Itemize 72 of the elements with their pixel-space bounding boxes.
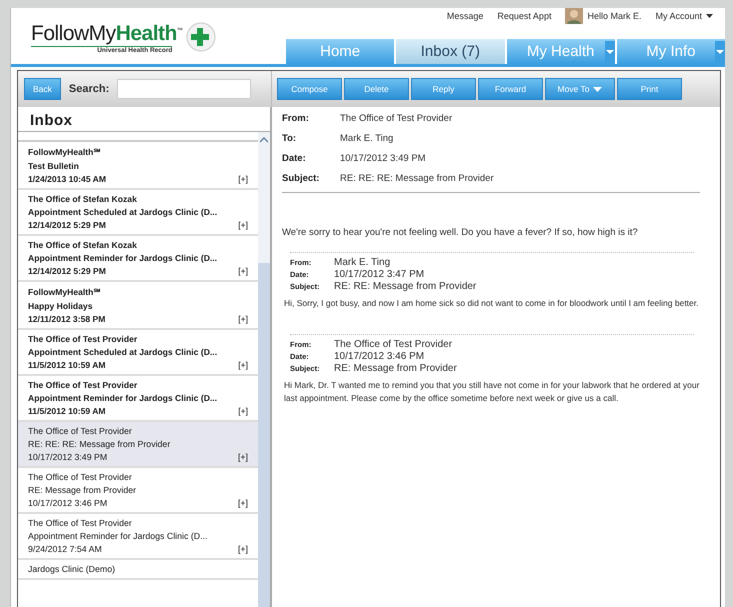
message-subject: Test Bulletin bbox=[28, 161, 80, 171]
expand-toggle[interactable]: [+] bbox=[238, 266, 248, 276]
user-greeting: Hello Mark E. bbox=[587, 11, 642, 21]
message-sender: FollowMyHealth℠ bbox=[28, 146, 102, 158]
message-list-item[interactable]: Jardogs Clinic (Demo) bbox=[18, 560, 258, 580]
expand-toggle[interactable]: [+] bbox=[238, 406, 248, 416]
quoted-field-value: 10/17/2012 3:46 PM bbox=[334, 351, 426, 362]
expand-toggle[interactable]: [+] bbox=[238, 544, 248, 554]
message-subject: Appointment Scheduled at Jardogs Clinic (D... bbox=[28, 207, 218, 217]
search-label: Search: bbox=[68, 83, 110, 95]
logo-wordmark: FollowMyHealth$^{™}$ bbox=[31, 22, 182, 46]
header-link[interactable]: Message bbox=[446, 11, 484, 21]
message-sender: FollowMyHealth℠ bbox=[28, 286, 102, 298]
field-label: Date: bbox=[282, 153, 307, 164]
message-date: 10/17/2012 3:46 PM bbox=[28, 498, 108, 508]
message-body: We're sorry to hear you're not feeling well. Do you have a fever? If so, how high is it? bbox=[282, 227, 639, 238]
message-date: 11/5/2012 10:59 AM bbox=[28, 406, 106, 416]
message-subject: Happy Holidays bbox=[28, 301, 94, 311]
message-sender: Jardogs Clinic (Demo) bbox=[28, 564, 116, 574]
expand-toggle[interactable]: [+] bbox=[238, 360, 248, 370]
caret-icon bbox=[593, 86, 602, 92]
quoted-field-value: RE: Message from Provider bbox=[334, 363, 458, 374]
message-subject: RE: Message from Provider bbox=[28, 485, 138, 495]
field-value: Mark E. Ting bbox=[340, 133, 394, 144]
message-list-item[interactable]: The Office of Test Provider RE: RE: RE: Message from Provider 10/17/2012 3:49 PM [+] bbox=[18, 422, 258, 468]
header-link[interactable]: Request Appt bbox=[497, 11, 552, 21]
quoted-field-value: The Office of Test Provider bbox=[334, 339, 454, 350]
inbox-title: Inbox bbox=[18, 107, 270, 132]
expand-toggle[interactable]: [+] bbox=[238, 220, 248, 230]
field-label: To: bbox=[282, 133, 298, 144]
message-subject: RE: RE: RE: Message from Provider bbox=[28, 439, 172, 449]
field-value: 10/17/2012 3:49 PM bbox=[340, 153, 427, 164]
message-sender: The Office of Test Provider bbox=[28, 472, 133, 482]
message-date: 12/14/2012 5:29 PM bbox=[28, 266, 106, 276]
message-date: 12/14/2012 5:29 PM bbox=[28, 220, 106, 230]
message-sender: The Office of Test Provider bbox=[28, 334, 138, 344]
medical-cross-icon bbox=[186, 22, 216, 52]
field-value: RE: RE: RE: Message from Provider bbox=[340, 173, 495, 184]
message-sender: The Office of Stefan Kozak bbox=[28, 240, 138, 250]
message-sender: The Office of Test Provider bbox=[28, 380, 138, 390]
field-value: The Office of Test Provider bbox=[340, 113, 454, 124]
message-sender: The Office of Test Provider bbox=[28, 518, 133, 528]
quoted-field-value: Mark E. Ting bbox=[334, 257, 392, 268]
quoted-field-value: 10/17/2012 3:47 PM bbox=[334, 269, 426, 280]
search-field[interactable] bbox=[117, 79, 252, 99]
message-sender: The Office of Test Provider bbox=[28, 426, 133, 436]
message-subject: Appointment Scheduled at Jardogs Clinic (D... bbox=[28, 347, 218, 357]
message-date: 11/5/2012 10:59 AM bbox=[28, 360, 106, 370]
quoted-message-body: Hi Mark, Dr. T wanted me to remind you that you still have not come in for your labwork that he ordered at your last appointment. Please come by the office sometime before next week or give us a call. bbox=[284, 379, 700, 406]
scroll-up-icon[interactable] bbox=[260, 137, 268, 143]
message-date: 10/17/2012 3:49 PM bbox=[28, 452, 108, 462]
quoted-field-value: RE: RE: Message from Provider bbox=[334, 281, 478, 292]
message-sender: The Office of Stefan Kozak bbox=[28, 194, 138, 204]
message-date: 1/24/2013 10:45 AM bbox=[28, 174, 106, 184]
scrollbar[interactable] bbox=[258, 132, 270, 607]
expand-toggle[interactable]: [+] bbox=[238, 452, 248, 462]
message-date: 9/24/2012 7:54 AM bbox=[28, 544, 102, 554]
message-subject: Appointment Reminder for Jardogs Clinic (D... bbox=[28, 531, 208, 541]
message-subject: Appointment Reminder for Jardogs Clinic (D... bbox=[28, 393, 218, 403]
field-label: From: bbox=[282, 113, 310, 124]
caret-icon bbox=[706, 14, 713, 18]
account-menu[interactable]: My Account bbox=[655, 11, 713, 21]
message-date: 12/11/2012 3:58 PM bbox=[28, 314, 106, 324]
message-subject: Appointment Reminder for Jardogs Clinic (D... bbox=[28, 253, 218, 263]
field-label: Subject: bbox=[282, 173, 320, 184]
expand-toggle[interactable]: [+] bbox=[238, 174, 248, 184]
avatar-icon bbox=[565, 8, 584, 24]
expand-toggle[interactable]: [+] bbox=[238, 498, 248, 508]
expand-toggle[interactable]: [+] bbox=[238, 314, 248, 324]
scrollbar-thumb[interactable] bbox=[258, 263, 270, 607]
nav-tab[interactable]: Inbox (7) bbox=[396, 39, 504, 64]
quoted-message-body: Hi, Sorry, I got busy, and now I am home sick so did not want to come in for bloodwork until I am feeling better. bbox=[284, 297, 700, 310]
